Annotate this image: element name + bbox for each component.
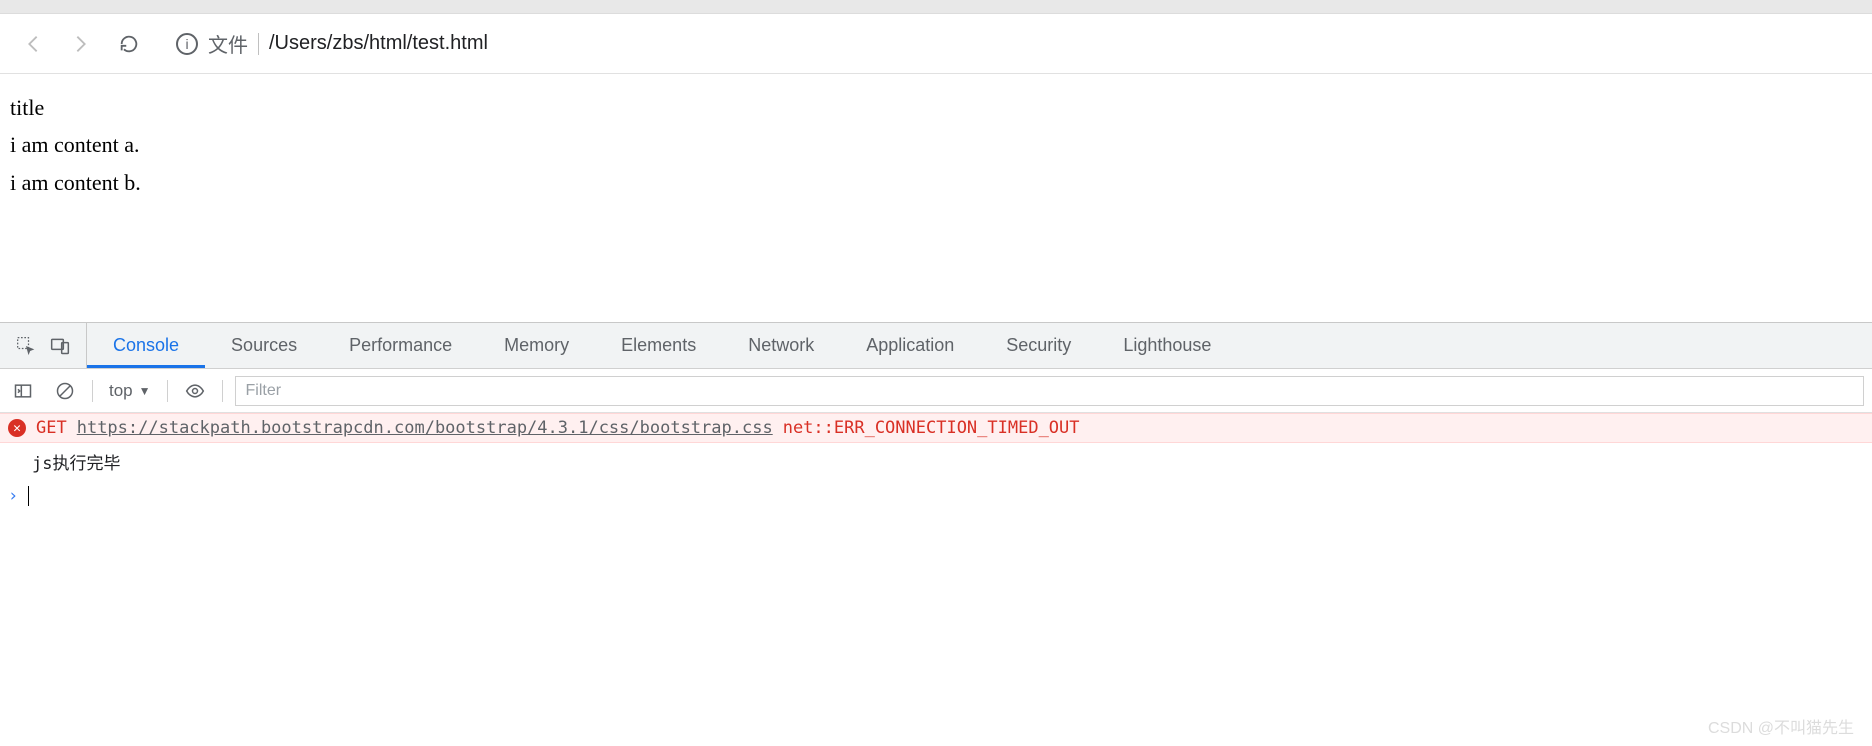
toolbar-separator <box>222 380 223 402</box>
input-caret <box>28 486 29 506</box>
tab-network[interactable]: Network <box>722 323 840 368</box>
reload-button[interactable] <box>114 29 144 59</box>
tab-application[interactable]: Application <box>840 323 980 368</box>
context-label: top <box>109 381 133 401</box>
forward-button[interactable] <box>66 29 96 59</box>
console-error-row[interactable]: ✕ GET https://stackpath.bootstrapcdn.com… <box>0 413 1872 443</box>
tab-label: Console <box>113 335 179 356</box>
console-log-row[interactable]: js执行完毕 <box>0 443 1872 480</box>
browser-tab-strip <box>0 0 1872 14</box>
address-scheme-label: 文件 <box>208 29 248 58</box>
console-toolbar: top ▼ Filter <box>0 369 1872 413</box>
tab-label: Lighthouse <box>1123 335 1211 356</box>
tab-elements[interactable]: Elements <box>595 323 722 368</box>
tab-sources[interactable]: Sources <box>205 323 323 368</box>
tab-memory[interactable]: Memory <box>478 323 595 368</box>
address-separator <box>258 33 259 55</box>
console-input-row[interactable]: › <box>0 480 1872 512</box>
tab-label: Sources <box>231 335 297 356</box>
tab-label: Memory <box>504 335 569 356</box>
dropdown-triangle-icon: ▼ <box>139 384 151 398</box>
tab-label: Application <box>866 335 954 356</box>
clear-console-icon[interactable] <box>50 376 80 406</box>
browser-toolbar: i 文件 /Users/zbs/html/test.html <box>0 14 1872 74</box>
error-icon: ✕ <box>8 419 26 437</box>
toggle-console-sidebar-icon[interactable] <box>8 376 38 406</box>
log-text: js执行完毕 <box>32 454 120 474</box>
address-path: /Users/zbs/html/test.html <box>269 32 488 55</box>
tab-console[interactable]: Console <box>87 323 205 368</box>
page-text-line: i am content b. <box>10 164 1862 201</box>
tab-performance[interactable]: Performance <box>323 323 478 368</box>
console-filter-input[interactable]: Filter <box>235 376 1864 406</box>
tab-security[interactable]: Security <box>980 323 1097 368</box>
devtools-tab-list: Console Sources Performance Memory Eleme… <box>87 323 1237 368</box>
tab-label: Elements <box>621 335 696 356</box>
tab-label: Network <box>748 335 814 356</box>
tab-lighthouse[interactable]: Lighthouse <box>1097 323 1237 368</box>
error-status: net::ERR_CONNECTION_TIMED_OUT <box>783 418 1080 438</box>
toolbar-separator <box>92 380 93 402</box>
page-text-line: i am content a. <box>10 126 1862 163</box>
execution-context-selector[interactable]: top ▼ <box>105 381 155 401</box>
live-expression-icon[interactable] <box>180 376 210 406</box>
tab-label: Security <box>1006 335 1071 356</box>
prompt-chevron-icon: › <box>8 486 18 506</box>
tab-label: Performance <box>349 335 452 356</box>
watermark-text: CSDN @不叫猫先生 <box>1708 714 1854 738</box>
error-method: GET <box>36 418 67 438</box>
devtools-panel: Console Sources Performance Memory Eleme… <box>0 322 1872 512</box>
site-info-icon[interactable]: i <box>176 33 198 55</box>
address-bar[interactable]: i 文件 /Users/zbs/html/test.html <box>162 24 1854 64</box>
console-message-list: ✕ GET https://stackpath.bootstrapcdn.com… <box>0 413 1872 512</box>
devtools-tab-bar: Console Sources Performance Memory Eleme… <box>0 323 1872 369</box>
device-toggle-icon[interactable] <box>50 336 70 356</box>
back-button[interactable] <box>18 29 48 59</box>
toolbar-separator <box>167 380 168 402</box>
filter-placeholder: Filter <box>246 382 282 400</box>
error-url[interactable]: https://stackpath.bootstrapcdn.com/boots… <box>77 418 773 438</box>
inspect-element-icon[interactable] <box>16 336 36 356</box>
page-body: title i am content a. i am content b. <box>0 74 1872 322</box>
page-text-line: title <box>10 89 1862 126</box>
